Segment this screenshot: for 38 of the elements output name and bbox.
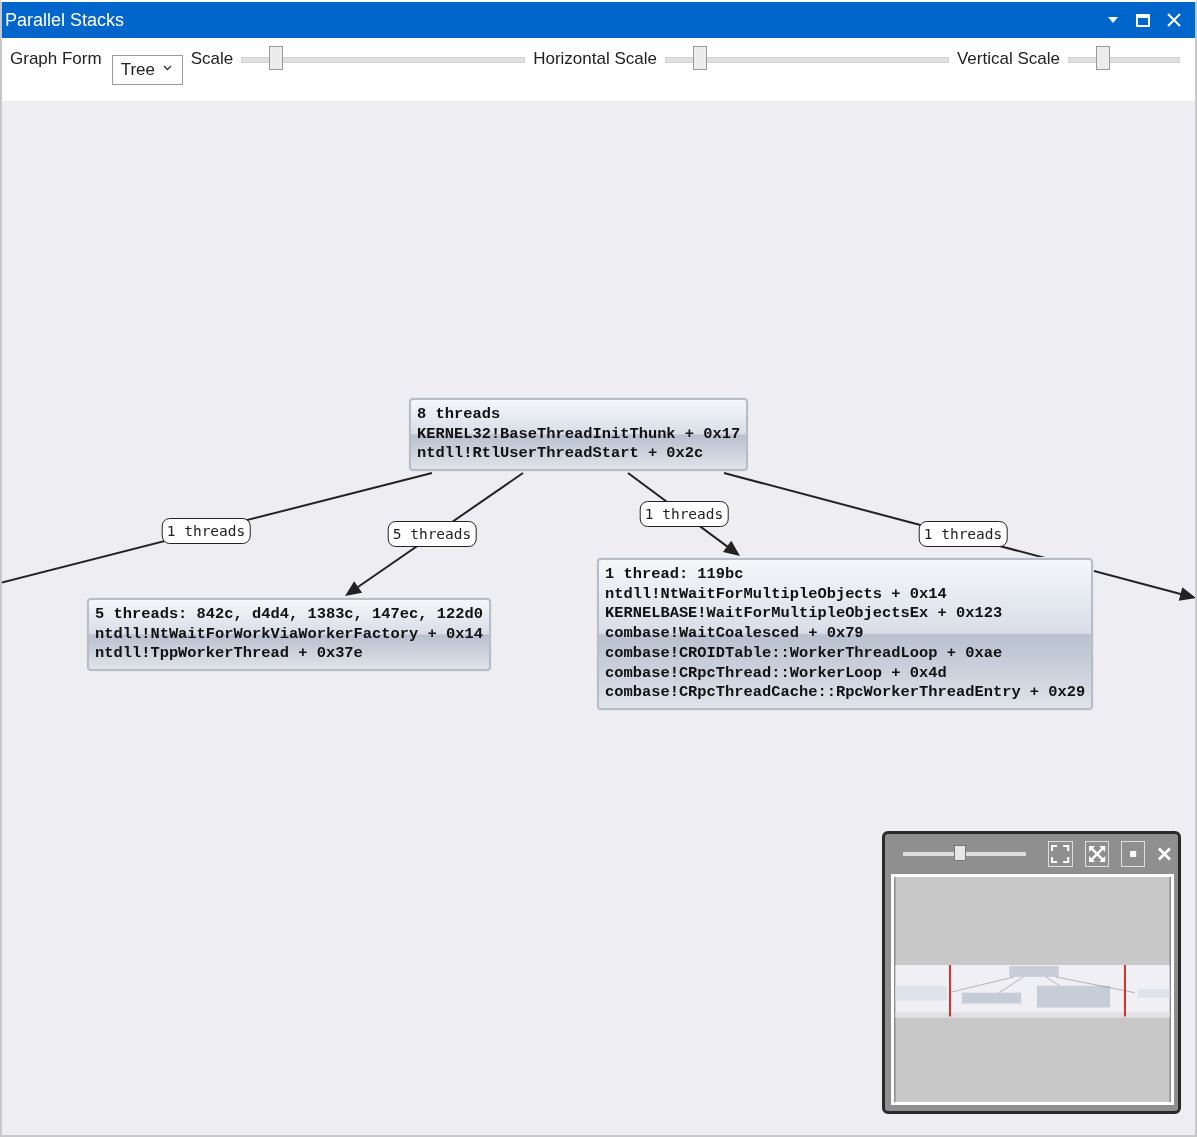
- stack-frame: KERNEL32!BaseThreadInitThunk + 0x17: [417, 424, 741, 445]
- fit-icon[interactable]: [1048, 840, 1073, 867]
- edge-label: 1 threads: [918, 521, 1008, 547]
- stack-node[interactable]: 8 threads KERNEL32!BaseThreadInitThunk + 0x17 ntdll!RtlUserThreadStart + 0x2c: [409, 398, 749, 472]
- dropdown-icon[interactable]: [1107, 16, 1119, 24]
- thread-header: 1 thread: 119bc: [605, 565, 745, 585]
- slider-thumb[interactable]: [692, 45, 707, 70]
- stack-frame: combase!WaitCoalesced + 0x79: [605, 624, 1086, 644]
- caret-icon: [162, 64, 172, 71]
- stack-frame: KERNELBASE!WaitForMultipleObjectsEx + 0x123: [605, 604, 1086, 625]
- stack-frame: ntdll!RtlUserThreadStart + 0x2c: [417, 444, 741, 465]
- stack-node[interactable]: 5 threads: 842c, d4d4, 1383c, 147ec, 122d0 ntdll!NtWaitForWorkViaWorkerFactory + 0x14 ntdll!TppWorkerThread + 0x37e: [87, 598, 491, 672]
- thread-header: 5 threads: 842c, d4d4, 1383c, 147ec, 122d0: [95, 605, 483, 625]
- square-icon[interactable]: [1120, 840, 1146, 867]
- stack-frame: ntdll!NtWaitForWorkViaWorkerFactory + 0x14: [95, 624, 483, 645]
- graph-form-dropdown[interactable]: Tree: [111, 54, 183, 85]
- close-icon[interactable]: [1157, 845, 1172, 862]
- stack-frame: combase!CROIDTable::WorkerThreadLoop + 0xae: [605, 643, 1086, 664]
- stack-node[interactable]: [597, 558, 1094, 710]
- slider-label: Scale: [190, 48, 234, 69]
- stack-frame: combase!CRpcThread::WorkerLoop + 0x4d: [605, 663, 1086, 684]
- close-icon[interactable]: [1167, 13, 1181, 27]
- stack-frame: ntdll!TppWorkerThread + 0x37e: [95, 644, 483, 665]
- zoom-slider-thumb[interactable]: [953, 844, 966, 861]
- graph-form-label: Graph Form: [10, 48, 102, 69]
- maximize-icon[interactable]: [1136, 13, 1150, 27]
- slider-thumb[interactable]: [1096, 45, 1111, 70]
- window-title: Parallel Stacks: [5, 9, 125, 31]
- edge-label: 1 threads: [639, 501, 729, 527]
- edge-label: 5 threads: [387, 521, 477, 547]
- expand-icon[interactable]: [1084, 840, 1109, 867]
- thread-header: 8 threads: [417, 405, 502, 425]
- stack-frame: ntdll!NtWaitForMultipleObjects + 0x14: [605, 584, 1086, 605]
- slider-thumb[interactable]: [269, 45, 283, 70]
- stack-frame: combase!CRpcThreadCache::RpcWorkerThreadEntry + 0x29: [605, 683, 1086, 703]
- slider-label: Vertical Scale: [956, 48, 1060, 69]
- edge-label: 1 threads: [161, 518, 251, 544]
- slider-label: Horizontal Scale: [533, 48, 657, 69]
